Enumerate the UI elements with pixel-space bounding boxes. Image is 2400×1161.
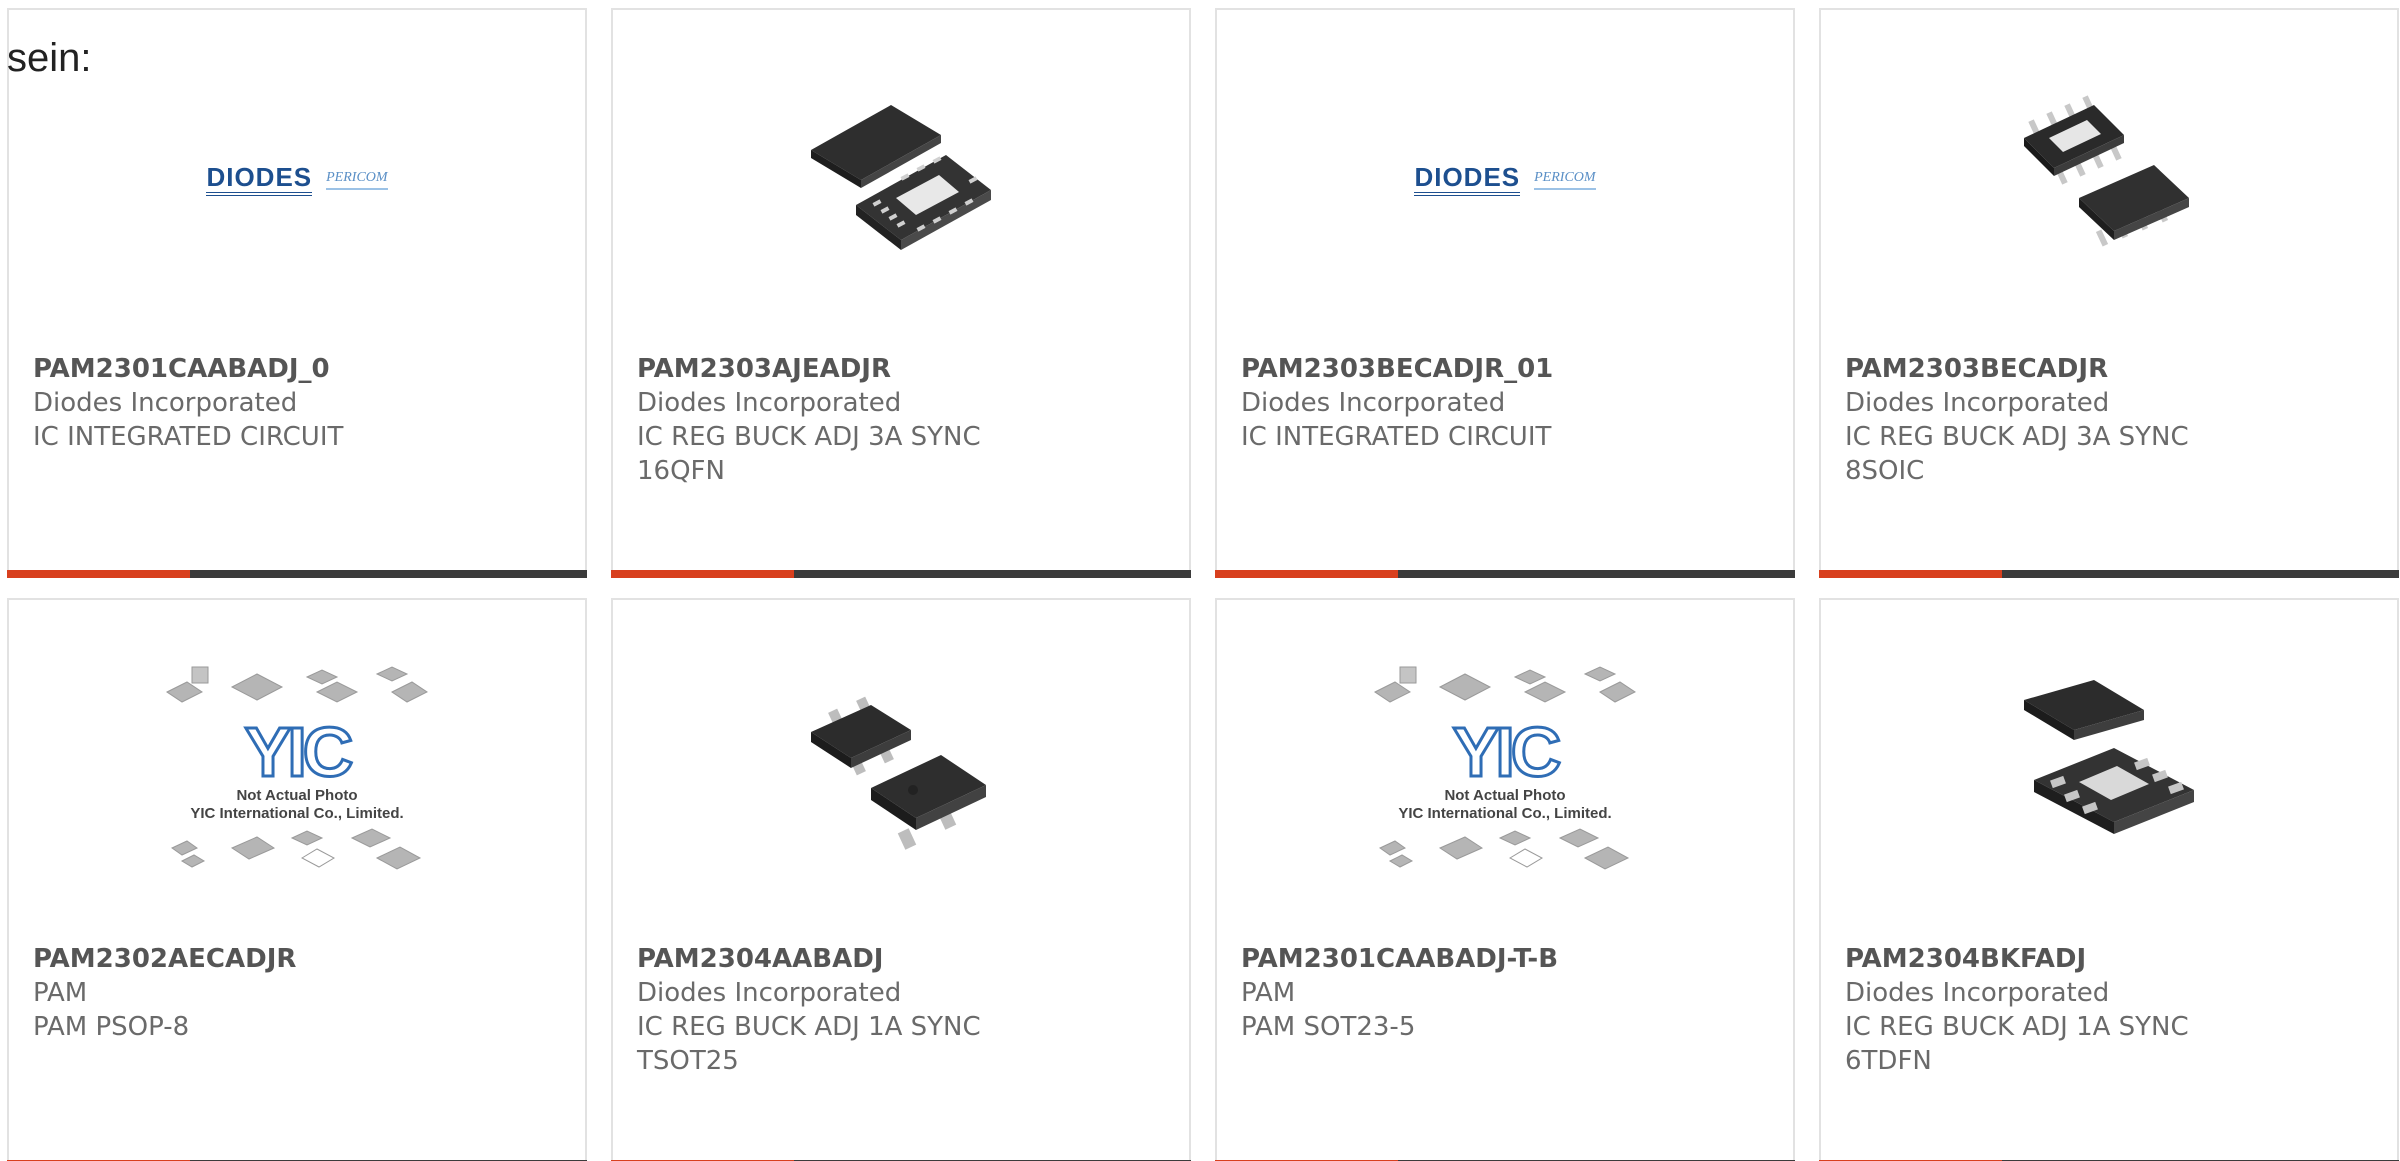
manufacturer-name: Diodes Incorporated: [1845, 978, 2110, 1008]
manufacturer-name: PAM: [1241, 978, 1296, 1008]
diodes-logo: DIODES PERICOM: [1414, 164, 1596, 196]
product-description: IC REG BUCK ADJ 1A SYNC 6TDFN: [1845, 1012, 2189, 1076]
product-listing-page: sein: DIODES PERICOM PAM2301CAABADJ_0 Di…: [0, 0, 2400, 1161]
product-description: PAM PSOP-8: [33, 1012, 190, 1042]
part-number-link[interactable]: PAM2301CAABADJ_0: [33, 352, 561, 386]
product-image[interactable]: [613, 660, 1189, 880]
product-image[interactable]: YIC Not Actual Photo YIC International C…: [9, 660, 585, 880]
card-bottom-bar: [7, 570, 587, 578]
product-info: PAM2304BKFADJ Diodes Incorporated IC REG…: [1845, 942, 2373, 1078]
yic-placeholder-image: YIC Not Actual Photo YIC International C…: [1370, 662, 1640, 878]
pericom-logo-text: PERICOM: [1534, 170, 1596, 190]
product-card[interactable]: DIODES PERICOM PAM2301CAABADJ_0 Diodes I…: [7, 8, 587, 578]
product-info: PAM2301CAABADJ-T-B PAM PAM SOT23-5: [1241, 942, 1769, 1044]
manufacturer-name: Diodes Incorporated: [637, 388, 902, 418]
product-image[interactable]: DIODES PERICOM: [9, 70, 585, 290]
diodes-logo: DIODES PERICOM: [206, 164, 388, 196]
diodes-logo-text: DIODES: [1414, 164, 1521, 196]
manufacturer-name: Diodes Incorporated: [1241, 388, 1506, 418]
product-card[interactable]: PAM2304BKFADJ Diodes Incorporated IC REG…: [1819, 598, 2399, 1161]
card-accent-bar: [611, 570, 794, 578]
product-info: PAM2303BECADJR_01 Diodes Incorporated IC…: [1241, 352, 1769, 454]
product-image[interactable]: DIODES PERICOM: [1217, 70, 1793, 290]
product-description: IC REG BUCK ADJ 3A SYNC 8SOIC: [1845, 422, 2189, 486]
manufacturer-name: Diodes Incorporated: [33, 388, 298, 418]
qfn16-chip-icon: [801, 80, 1001, 280]
soic8-chip-icon: [2009, 80, 2209, 280]
placeholder-company: YIC International Co., Limited.: [1398, 805, 1612, 822]
product-description: IC INTEGRATED CIRCUIT: [33, 422, 344, 452]
pericom-logo-text: PERICOM: [326, 170, 388, 190]
placeholder-company: YIC International Co., Limited.: [190, 805, 404, 822]
tdfn6-chip-icon: [2009, 670, 2209, 870]
product-card[interactable]: YIC Not Actual Photo YIC International C…: [1215, 598, 1795, 1161]
manufacturer-name: Diodes Incorporated: [637, 978, 902, 1008]
product-description: PAM SOT23-5: [1241, 1012, 1416, 1042]
product-grid: DIODES PERICOM PAM2301CAABADJ_0 Diodes I…: [7, 8, 2400, 1161]
part-number-link[interactable]: PAM2302AECADJR: [33, 942, 561, 976]
product-card[interactable]: PAM2304AABADJ Diodes Incorporated IC REG…: [611, 598, 1191, 1161]
product-image[interactable]: [613, 70, 1189, 290]
diodes-logo-text: DIODES: [206, 164, 313, 196]
chip-collage-bottom-icon: [171, 828, 422, 870]
product-image[interactable]: [1821, 70, 2397, 290]
product-info: PAM2302AECADJR PAM PAM PSOP-8: [33, 942, 561, 1044]
product-card[interactable]: YIC Not Actual Photo YIC International C…: [7, 598, 587, 1161]
product-description: IC REG BUCK ADJ 1A SYNC TSOT25: [637, 1012, 981, 1076]
product-card[interactable]: PAM2303BECADJR Diodes Incorporated IC RE…: [1819, 8, 2399, 578]
product-image[interactable]: [1821, 660, 2397, 880]
card-bottom-bar: [611, 570, 1191, 578]
chip-collage-top-icon: [1374, 666, 1636, 703]
product-info: PAM2301CAABADJ_0 Diodes Incorporated IC …: [33, 352, 561, 454]
part-number-link[interactable]: PAM2303BECADJR_01: [1241, 352, 1769, 386]
placeholder-caption: Not Actual Photo: [236, 787, 358, 804]
placeholder-caption: Not Actual Photo: [1444, 787, 1566, 804]
part-number-link[interactable]: PAM2303BECADJR: [1845, 352, 2373, 386]
card-accent-bar: [1819, 570, 2002, 578]
part-number-link[interactable]: PAM2301CAABADJ-T-B: [1241, 942, 1769, 976]
yic-logo: YIC: [1451, 713, 1563, 791]
manufacturer-name: PAM: [33, 978, 88, 1008]
product-card[interactable]: PAM2303AJEADJR Diodes Incorporated IC RE…: [611, 8, 1191, 578]
part-number-link[interactable]: PAM2304BKFADJ: [1845, 942, 2373, 976]
product-description: IC REG BUCK ADJ 3A SYNC 16QFN: [637, 422, 981, 486]
part-number-link[interactable]: PAM2304AABADJ: [637, 942, 1165, 976]
card-bottom-bar: [1819, 570, 2399, 578]
intro-text: sein:: [7, 36, 92, 80]
product-image[interactable]: YIC Not Actual Photo YIC International C…: [1217, 660, 1793, 880]
chip-collage-top-icon: [166, 666, 428, 703]
product-info: PAM2303AJEADJR Diodes Incorporated IC RE…: [637, 352, 1165, 488]
chip-collage-bottom-icon: [1379, 828, 1630, 870]
card-accent-bar: [1215, 570, 1398, 578]
product-info: PAM2303BECADJR Diodes Incorporated IC RE…: [1845, 352, 2373, 488]
yic-logo: YIC: [243, 713, 355, 791]
manufacturer-name: Diodes Incorporated: [1845, 388, 2110, 418]
yic-placeholder-image: YIC Not Actual Photo YIC International C…: [162, 662, 432, 878]
product-description: IC INTEGRATED CIRCUIT: [1241, 422, 1552, 452]
product-card[interactable]: DIODES PERICOM PAM2303BECADJR_01 Diodes …: [1215, 8, 1795, 578]
tsot25-chip-icon: [801, 670, 1001, 870]
part-number-link[interactable]: PAM2303AJEADJR: [637, 352, 1165, 386]
product-info: PAM2304AABADJ Diodes Incorporated IC REG…: [637, 942, 1165, 1078]
card-bottom-bar: [1215, 570, 1795, 578]
card-accent-bar: [7, 570, 190, 578]
